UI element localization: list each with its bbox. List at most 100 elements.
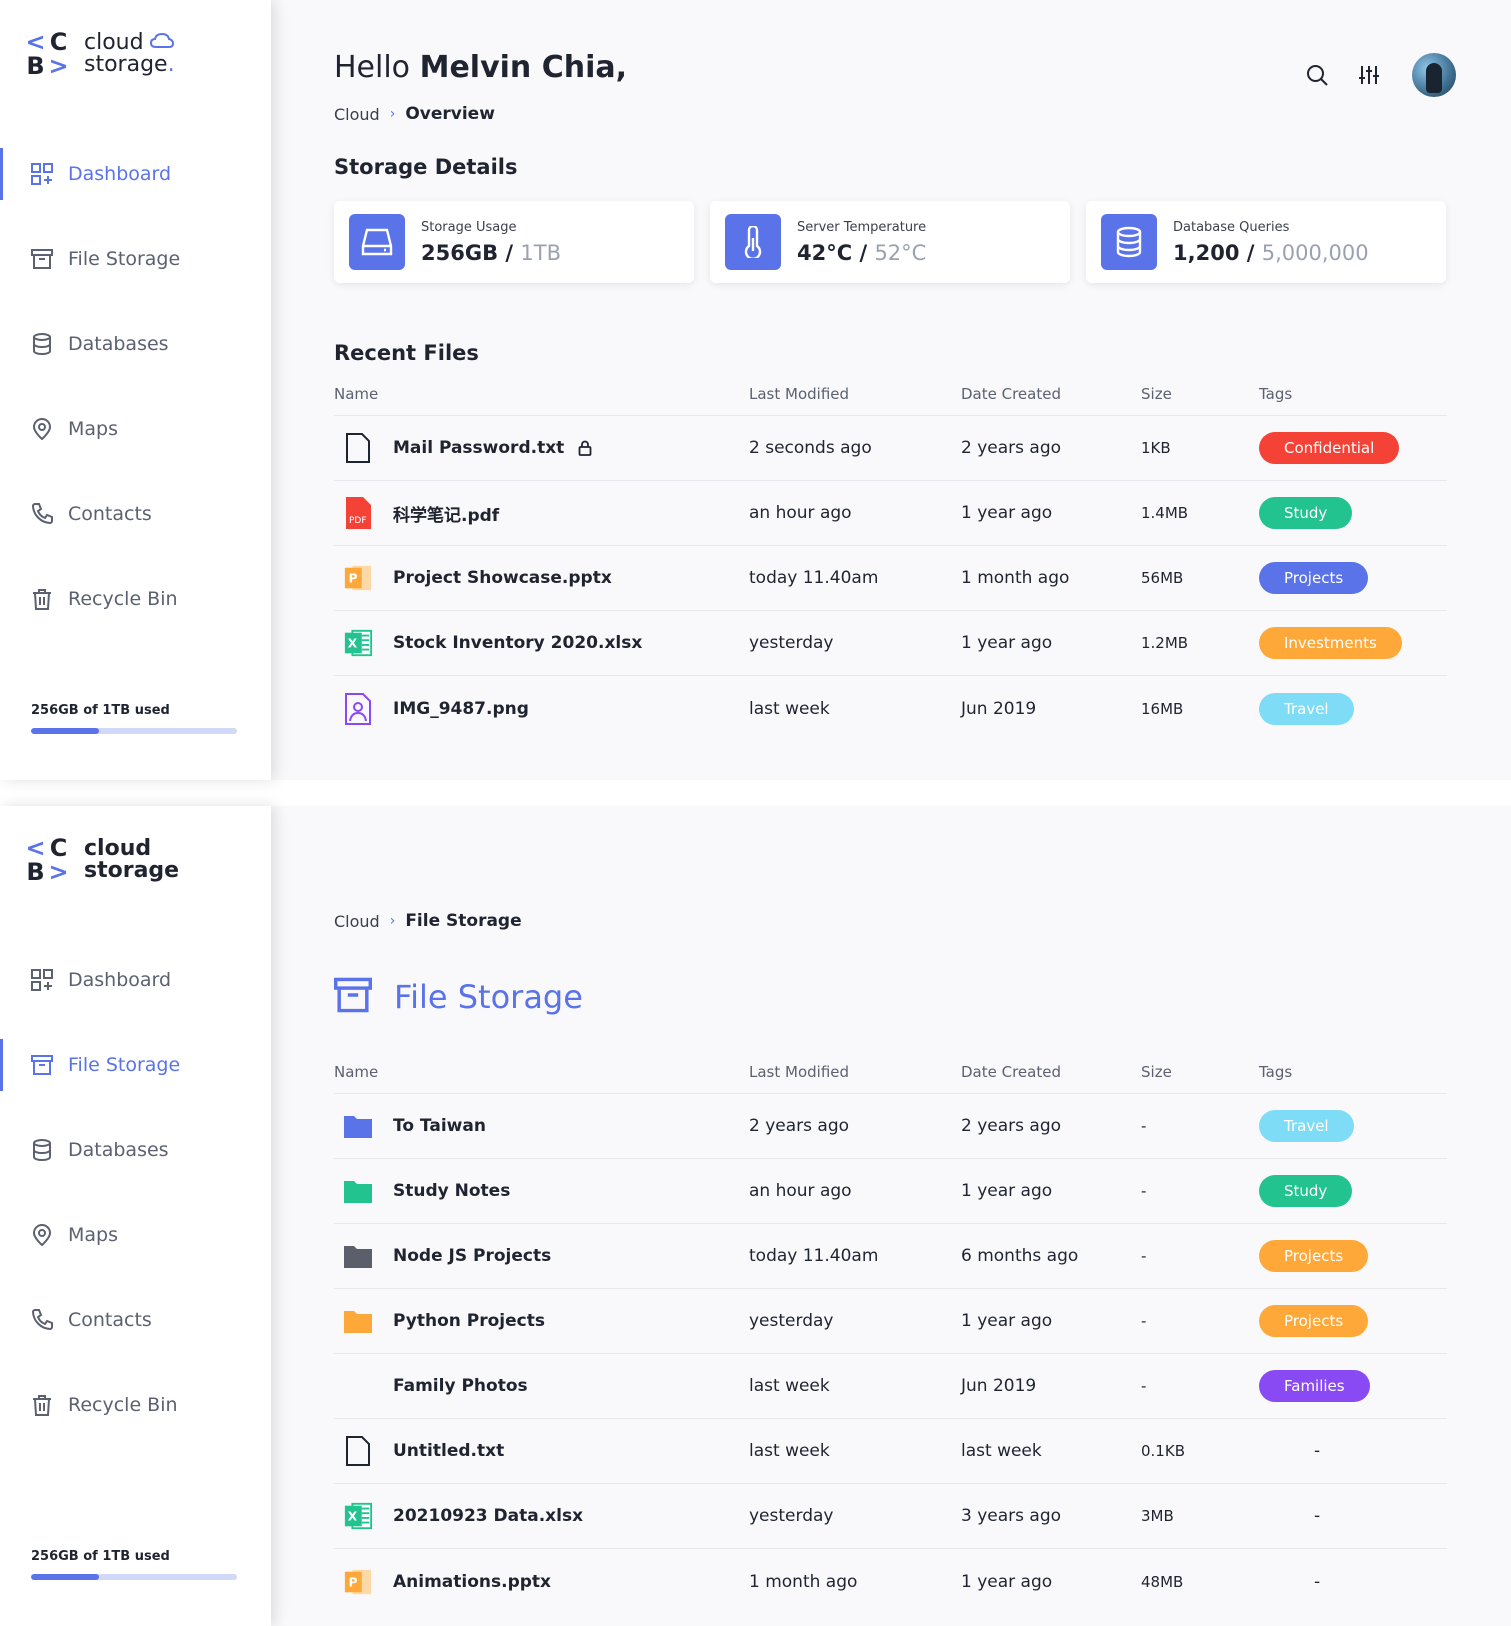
date-created-cell: 1 year ago [961, 633, 1053, 653]
chevron-right-icon: › [389, 106, 396, 122]
nav-item-recycle-bin[interactable]: Recycle Bin [0, 1379, 271, 1431]
last-modified-cell: yesterday [749, 633, 834, 653]
nav-item-databases[interactable]: Databases [0, 1124, 271, 1176]
last-modified-cell: yesterday [749, 1311, 834, 1331]
table-row[interactable]: Family Photos last week Jun 2019 - Families [334, 1354, 1447, 1419]
table-row[interactable]: P Animations.pptx 1 month ago 1 year ago 48M… [334, 1549, 1447, 1614]
nav-item-maps[interactable]: Maps [0, 403, 271, 455]
file-name[interactable]: Python Projects [393, 1311, 545, 1331]
tags-cell: - [1259, 1572, 1447, 1592]
chevron-right-icon: › [389, 913, 396, 929]
size-cell: - [1141, 1182, 1147, 1200]
pdf-file-icon: PDF [343, 497, 373, 529]
tags-cell: Travel [1259, 692, 1447, 725]
tag-badge[interactable]: Projects [1259, 1240, 1369, 1272]
tag-badge[interactable]: Study [1259, 497, 1353, 529]
size-cell: - [1141, 1247, 1147, 1265]
storage-cards: Storage Usage 256GB / 1TB Server Tempera… [334, 201, 1446, 283]
database-icon [1101, 214, 1157, 270]
date-created-cell: 6 months ago [961, 1246, 1079, 1266]
lock-icon [578, 440, 592, 456]
dashboard-icon [30, 968, 54, 992]
file-name[interactable]: Project Showcase.pptx [393, 568, 612, 588]
size-cell: - [1141, 1117, 1147, 1135]
tags-cell: Projects [1259, 1305, 1447, 1337]
tag-empty: - [1314, 1441, 1321, 1461]
logo-mark: < C B > [25, 28, 69, 80]
file-name[interactable]: 科学笔记.pdf [393, 501, 499, 526]
date-created-cell: Jun 2019 [961, 1376, 1037, 1396]
map-pin-icon [30, 417, 54, 441]
svg-text:PDF: PDF [349, 516, 367, 526]
file-name[interactable]: Mail Password.txt [393, 438, 564, 458]
last-modified-cell: 2 seconds ago [749, 438, 872, 458]
tag-badge[interactable]: Investments [1259, 627, 1402, 659]
tag-badge[interactable]: Families [1259, 1370, 1370, 1402]
usage-progress-bar [31, 728, 237, 734]
file-name[interactable]: Untitled.txt [393, 1441, 504, 1461]
nav-item-maps[interactable]: Maps [0, 1209, 271, 1261]
file-name-cell: Family Photos [334, 1370, 749, 1402]
tag-badge[interactable]: Travel [1259, 1110, 1354, 1142]
table-row[interactable]: X Stock Inventory 2020.xlsx yesterday 1 yea… [334, 611, 1447, 676]
table-row[interactable]: Study Notes an hour ago 1 year ago - Study [334, 1159, 1447, 1224]
file-name[interactable]: IMG_9487.png [393, 699, 529, 719]
nav-item-databases[interactable]: Databases [0, 318, 271, 370]
dashboard-screen: < C B > cloud storage. Dashboard File St… [0, 0, 1511, 780]
image-file-icon [343, 692, 373, 725]
nav-item-file-storage[interactable]: File Storage [0, 1039, 271, 1091]
table-row[interactable]: X 20210923 Data.xlsx yesterday 3 years ago 3… [334, 1484, 1447, 1549]
greeting: Hello Melvin Chia, [334, 50, 628, 85]
tag-badge[interactable]: Travel [1259, 692, 1354, 725]
file-name-cell: IMG_9487.png [334, 692, 749, 725]
svg-text:X: X [348, 1510, 358, 1524]
table-row[interactable]: PDF 科学笔记.pdf an hour ago 1 year ago 1.4MB Stu… [334, 481, 1447, 546]
tag-badge[interactable]: Projects [1259, 562, 1369, 594]
file-name[interactable]: Study Notes [393, 1181, 510, 1201]
user-avatar[interactable] [1412, 53, 1456, 97]
tags-cell: Investments [1259, 627, 1447, 659]
file-name[interactable]: Animations.pptx [393, 1572, 551, 1592]
file-name-cell: Python Projects [334, 1305, 749, 1337]
file-storage-heading: File Storage [334, 976, 583, 1018]
nav-item-dashboard[interactable]: Dashboard [0, 148, 271, 200]
logo[interactable]: < C B > cloud storage. [24, 28, 174, 80]
table-row[interactable]: Node JS Projects today 11.40am 6 months ag… [334, 1224, 1447, 1289]
tags-cell: Projects [1259, 562, 1447, 594]
table-row[interactable]: To Taiwan 2 years ago 2 years ago - Travel [334, 1094, 1447, 1159]
table-row[interactable]: Python Projects yesterday 1 year ago - Proje… [334, 1289, 1447, 1354]
file-icon-empty [343, 1370, 373, 1402]
table-row[interactable]: IMG_9487.png last week Jun 2019 16MB Travel [334, 676, 1447, 741]
date-created-cell: 1 year ago [961, 1181, 1053, 1201]
nav-item-recycle-bin[interactable]: Recycle Bin [0, 573, 271, 625]
usage-progress-fill [31, 1574, 99, 1580]
table-row[interactable]: Mail Password.txt 2 seconds ago 2 years ag… [334, 416, 1447, 481]
table-row[interactable]: P Project Showcase.pptx today 11.40am 1 mon… [334, 546, 1447, 611]
tag-badge[interactable]: Study [1259, 1175, 1353, 1207]
file-name[interactable]: 20210923 Data.xlsx [393, 1506, 583, 1526]
file-name-cell: P Project Showcase.pptx [334, 562, 749, 594]
page-title: File Storage [394, 978, 583, 1016]
sidebar-nav: Dashboard File Storage Databases Maps Co… [0, 954, 271, 1464]
archive-icon [334, 976, 372, 1018]
storage-usage-card: Storage Usage 256GB / 1TB [334, 201, 694, 283]
table-row[interactable]: Untitled.txt last week last week 0.1KB - [334, 1419, 1447, 1484]
nav-item-contacts[interactable]: Contacts [0, 488, 271, 540]
file-name[interactable]: To Taiwan [393, 1116, 486, 1136]
folder-icon [343, 1175, 373, 1207]
tags-cell: Projects [1259, 1240, 1447, 1272]
nav-item-contacts[interactable]: Contacts [0, 1294, 271, 1346]
tag-badge[interactable]: Projects [1259, 1305, 1369, 1337]
file-name[interactable]: Node JS Projects [393, 1246, 551, 1266]
file-name[interactable]: Family Photos [393, 1376, 528, 1396]
file-name[interactable]: Stock Inventory 2020.xlsx [393, 633, 642, 653]
nav-item-file-storage[interactable]: File Storage [0, 233, 271, 285]
filter-sliders-icon[interactable] [1354, 60, 1384, 90]
size-cell: 0.1KB [1141, 1442, 1185, 1460]
breadcrumb: Cloud › Overview [334, 104, 495, 124]
logo[interactable]: < C B > cloud storage [24, 836, 179, 884]
search-icon[interactable] [1302, 60, 1332, 90]
nav-item-dashboard[interactable]: Dashboard [0, 954, 271, 1006]
tag-badge[interactable]: Confidential [1259, 432, 1400, 464]
phone-icon [30, 502, 54, 526]
